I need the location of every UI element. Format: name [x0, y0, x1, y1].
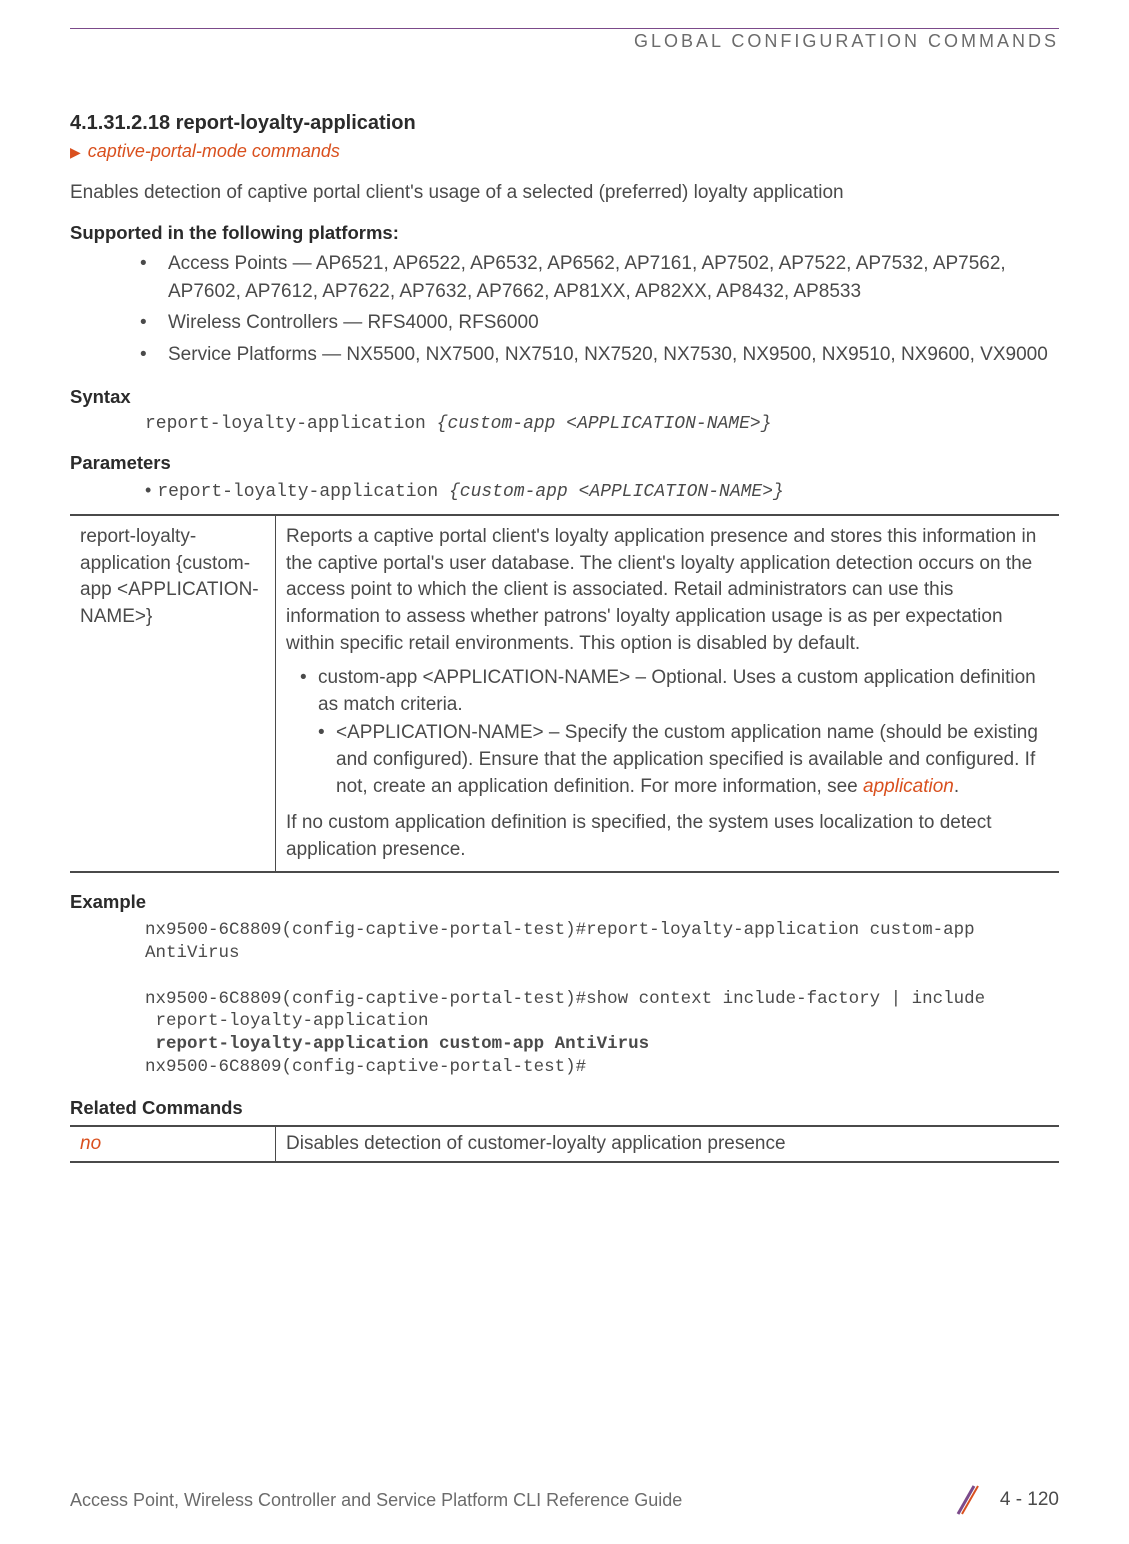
param-desc: Reports a captive portal client's loyalt…	[286, 524, 1049, 657]
related-desc: Disables detection of customer-loyalty a…	[276, 1126, 1060, 1162]
param-sub2-tail: .	[954, 776, 959, 797]
param-sub2: <APPLICATION-NAME> – Specify the custom …	[300, 720, 1049, 800]
example-block: nx9500-6C8809(config-captive-portal-test…	[145, 919, 1059, 1078]
syntax-heading: Syntax	[70, 386, 1059, 408]
parameter-line: •report-loyalty-application {custom-app …	[145, 480, 1059, 502]
parameter-table: report-loyalty-application {custom-app <…	[70, 514, 1059, 873]
platforms-list: Access Points — AP6521, AP6522, AP6532, …	[70, 250, 1059, 368]
section-heading: 4.1.31.2.18 report-loyalty-application	[70, 112, 1059, 135]
intro-paragraph: Enables detection of captive portal clie…	[70, 182, 1059, 204]
list-item: Access Points — AP6521, AP6522, AP6532, …	[140, 250, 1059, 305]
application-link[interactable]: application	[863, 776, 954, 797]
list-item: Wireless Controllers — RFS4000, RFS6000	[140, 309, 1059, 337]
top-rule	[70, 28, 1059, 29]
syntax-arg: {custom-app <APPLICATION-NAME>}	[437, 414, 772, 434]
list-item: Service Platforms — NX5500, NX7500, NX75…	[140, 341, 1059, 369]
slash-icon	[950, 1484, 982, 1516]
arrow-right-icon: ▶	[70, 144, 81, 160]
example-line: nx9500-6C8809(config-captive-portal-test…	[145, 1057, 586, 1077]
example-line: report-loyalty-application	[145, 1011, 429, 1031]
page-number: 4 - 120	[1000, 1489, 1059, 1511]
example-line: nx9500-6C8809(config-captive-portal-test…	[145, 989, 985, 1009]
param-desc-cell: Reports a captive portal client's loyalt…	[276, 515, 1060, 872]
example-line-bold: report-loyalty-application custom-app An…	[145, 1034, 649, 1054]
example-heading: Example	[70, 891, 1059, 913]
section-title: report-loyalty-application	[176, 112, 416, 134]
related-table: no Disables detection of customer-loyalt…	[70, 1125, 1059, 1163]
syntax-line: report-loyalty-application {custom-app <…	[145, 414, 1059, 434]
platforms-heading: Supported in the following platforms:	[70, 222, 1059, 244]
parameters-heading: Parameters	[70, 452, 1059, 474]
param-tail: If no custom application definition is s…	[286, 810, 1049, 863]
related-heading: Related Commands	[70, 1097, 1059, 1119]
param-cmd: report-loyalty-application	[157, 482, 449, 502]
param-sub1: custom-app <APPLICATION-NAME> – Optional…	[300, 665, 1049, 718]
param-name-cell: report-loyalty-application {custom-app <…	[70, 515, 276, 872]
section-number: 4.1.31.2.18	[70, 112, 170, 134]
footer-title: Access Point, Wireless Controller and Se…	[70, 1490, 682, 1511]
syntax-cmd: report-loyalty-application	[145, 414, 437, 434]
running-head: GLOBAL CONFIGURATION COMMANDS	[70, 31, 1059, 52]
breadcrumb[interactable]: ▶ captive-portal-mode commands	[70, 141, 1059, 162]
example-line: nx9500-6C8809(config-captive-portal-test…	[145, 920, 985, 963]
breadcrumb-text: captive-portal-mode commands	[88, 141, 340, 161]
page-footer: Access Point, Wireless Controller and Se…	[70, 1484, 1059, 1516]
param-arg: {custom-app <APPLICATION-NAME>}	[449, 482, 784, 502]
related-cmd[interactable]: no	[70, 1126, 276, 1162]
